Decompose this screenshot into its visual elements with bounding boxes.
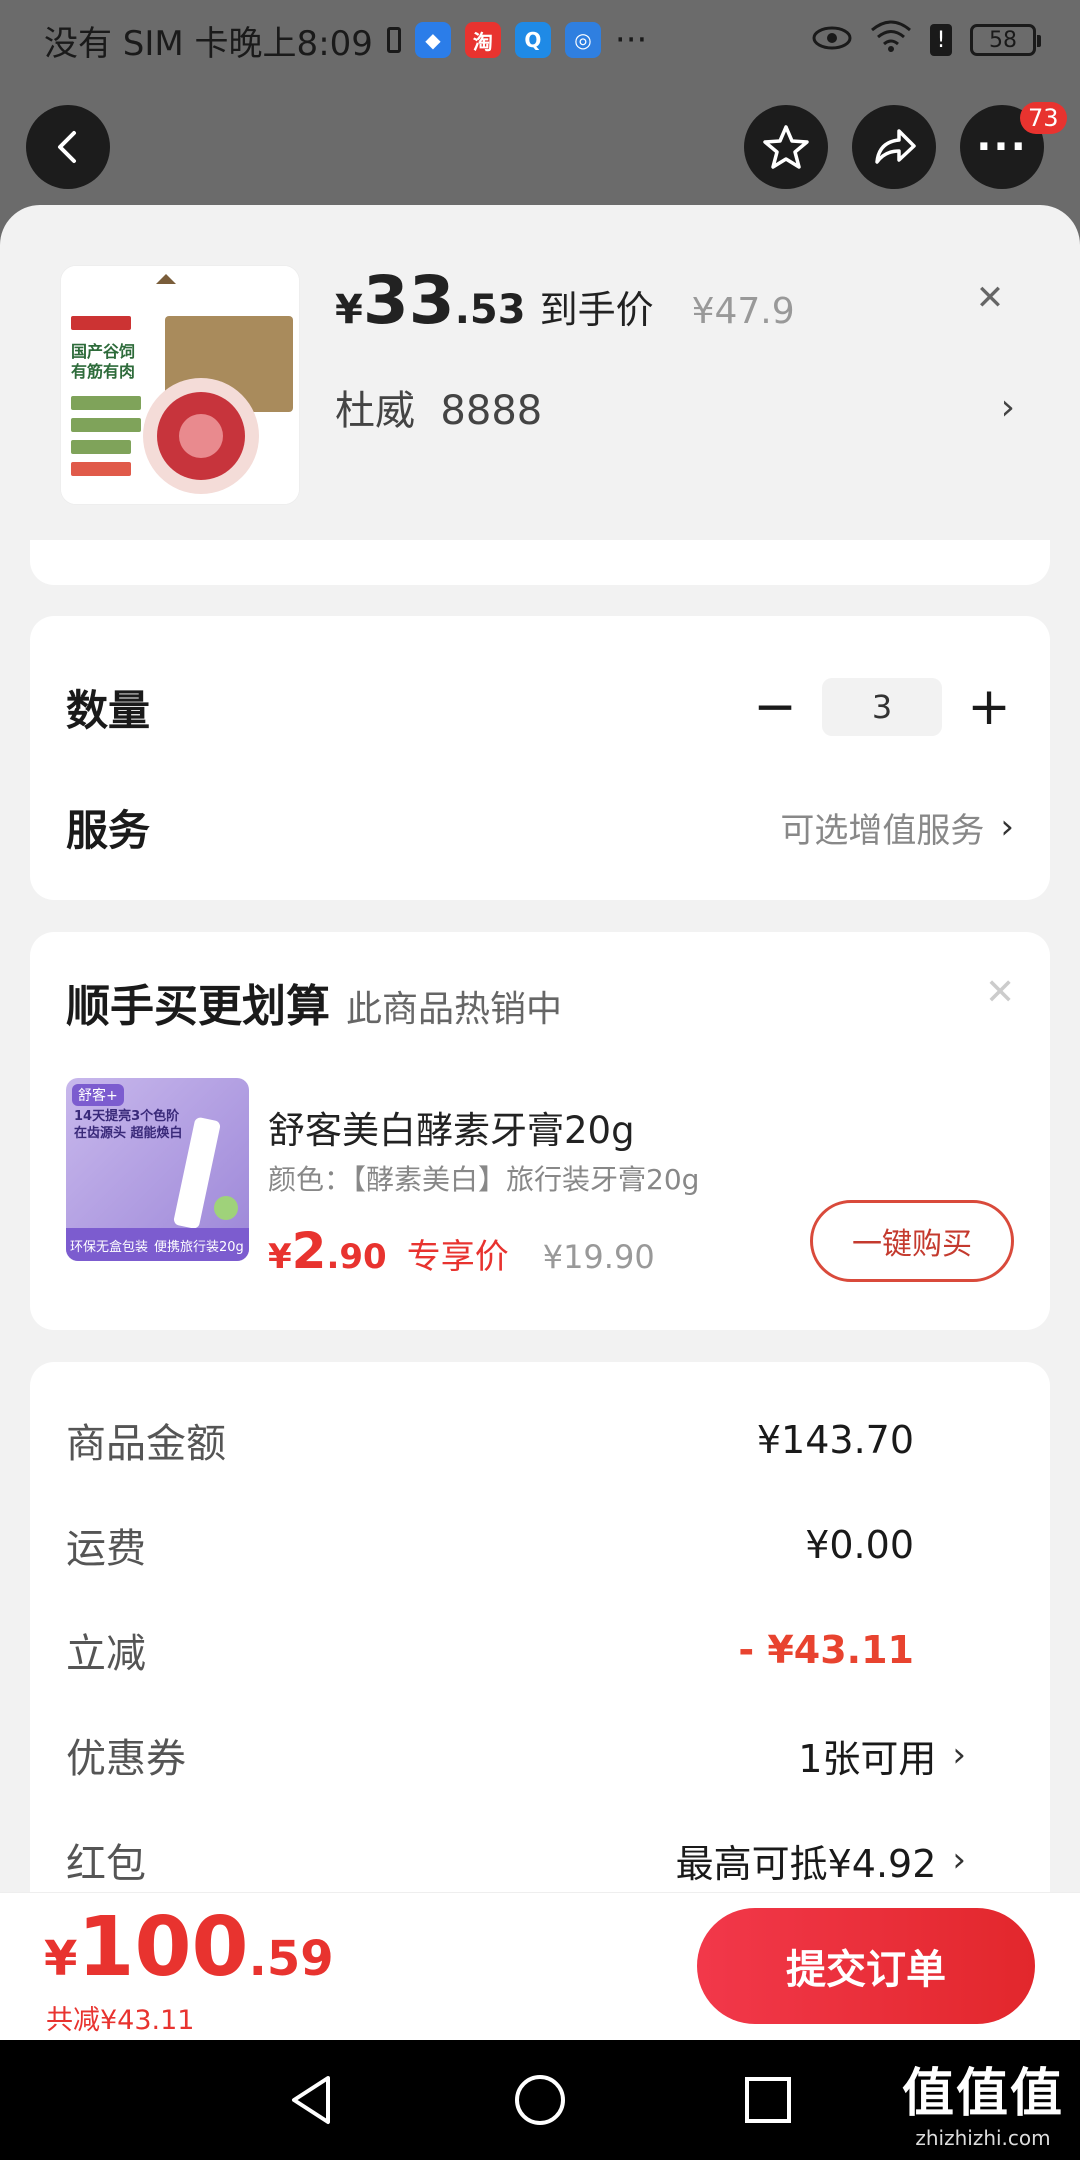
summary-value: ¥143.70 <box>756 1418 914 1462</box>
price-integer: 33 <box>362 262 455 339</box>
share-icon <box>875 129 916 164</box>
price-tag: 到手价 <box>539 288 654 332</box>
submit-order-button[interactable]: 提交订单 <box>697 1908 1035 2024</box>
summary-value: 1张可用 <box>798 1736 937 1781</box>
total-integer: 100 <box>77 1900 249 1995</box>
watermark: 值值值 zhizhizhi.com <box>902 2051 1064 2150</box>
total-decimal: .59 <box>248 1931 334 1987</box>
upsell-product-spec: 颜色：【酵素美白】旅行装牙膏20g <box>268 1163 700 1196</box>
favorite-button[interactable] <box>744 105 828 189</box>
summary-value: ¥0.00 <box>805 1523 914 1567</box>
star-icon <box>763 125 809 169</box>
chevron-right-icon: › <box>1000 386 1015 428</box>
back-button[interactable] <box>26 105 110 189</box>
close-sheet-button[interactable]: ✕ <box>960 268 1020 328</box>
upsell-image-line2: 在齿源头 超能焕白 <box>74 1126 183 1141</box>
upsell-original-price: ¥19.90 <box>542 1238 655 1276</box>
battery-indicator: 58 <box>970 24 1041 56</box>
share-button[interactable] <box>852 105 936 189</box>
upsell-subtitle: 此商品热销中 <box>346 989 563 1030</box>
summary-label: 运费 <box>66 1526 146 1572</box>
upsell-image-footer1: 环保无盒包装 <box>70 1240 149 1255</box>
more-dots-icon: ··· <box>976 124 1028 170</box>
chevron-right-icon: › <box>952 1735 966 1775</box>
summary-row: 运费 ¥0.00 <box>66 1510 966 1580</box>
alert-icon: ! <box>930 24 952 56</box>
quantity-row: 数量 − 3 + <box>66 672 1014 742</box>
summary-value: 最高可抵¥4.92 <box>675 1841 937 1886</box>
upsell-price: ¥ 2 .90 专享价 ¥19.90 <box>268 1222 655 1280</box>
upsell-price-integer: 2 <box>291 1222 327 1280</box>
increase-button[interactable]: + <box>964 677 1014 737</box>
upsell-product-name[interactable]: 舒客美白酵素牙膏20g <box>268 1100 635 1154</box>
upsell-title: 顺手买更划算 <box>66 981 330 1032</box>
price-decimal: .53 <box>454 287 526 333</box>
product-price: ¥ 33 .53 到手价 ¥47.9 <box>335 262 795 339</box>
upsell-price-currency: ¥ <box>268 1237 292 1277</box>
wifi-icon <box>870 20 912 61</box>
summary-row: 立减 - ¥43.11 <box>66 1615 966 1685</box>
summary-label: 优惠券 <box>66 1736 186 1782</box>
watermark-url: zhizhizhi.com <box>915 2126 1051 2150</box>
battery-saver-icon <box>386 27 401 53</box>
upsell-product-image[interactable]: 舒客+ 14天提亮3个色阶 在齿源头 超能焕白 环保无盒包装 便携旅行装20g <box>66 1078 249 1261</box>
product-image[interactable]: 国产谷饲 有筋有肉 <box>60 265 300 505</box>
globe-app-icon: ◎ <box>564 22 601 58</box>
decrease-button[interactable]: − <box>750 677 800 737</box>
upsell-price-label: 专享价 <box>406 1237 509 1277</box>
quantity-input[interactable]: 3 <box>822 678 942 736</box>
more-notifications-icon: ··· <box>614 20 648 60</box>
service-row[interactable]: 服务 可选增值服务 › <box>66 792 1014 862</box>
one-click-buy-button[interactable]: 一键购买 <box>810 1200 1014 1282</box>
original-price: ¥47.9 <box>691 291 795 332</box>
upsell-header: 顺手买更划算 此商品热销中 <box>66 970 562 1034</box>
upsell-close-button[interactable]: ✕ <box>985 972 1015 1013</box>
search-app-icon: Q <box>514 22 551 58</box>
summary-label: 立减 <box>66 1631 146 1677</box>
price-currency: ¥ <box>335 287 363 333</box>
summary-value: - ¥43.11 <box>738 1628 914 1672</box>
upsell-image-brand: 舒客+ <box>72 1084 124 1106</box>
upsell-image-line1: 14天提亮3个色阶 <box>74 1109 180 1124</box>
back-arrow-icon <box>58 131 76 163</box>
upsell-image-footer2: 便携旅行装20g <box>154 1240 244 1255</box>
summary-label: 红包 <box>66 1841 146 1887</box>
nav-recents-icon[interactable] <box>738 2070 798 2130</box>
close-icon: ✕ <box>985 972 1016 1013</box>
product-image-graphic <box>61 266 299 504</box>
chevron-right-icon: › <box>1000 807 1014 847</box>
taobao-app-icon: 淘 <box>464 22 501 58</box>
summary-row: 商品金额 ¥143.70 <box>66 1405 966 1475</box>
notification-badge: 73 <box>1020 102 1067 134</box>
watermark-title: 值值值 <box>901 2064 1064 2124</box>
chevron-right-icon: › <box>952 1840 966 1880</box>
service-label: 服务 <box>66 805 151 855</box>
product-image-badge2: 有筋有肉 <box>71 362 136 381</box>
spec-card <box>30 540 1050 585</box>
status-bar: 没有 SIM 卡晚上8:09 ◆ 淘 Q ◎ ··· ! 58 <box>0 0 1080 80</box>
total-price: ¥ 100 .59 <box>44 1900 334 1995</box>
nav-home-icon[interactable] <box>510 2070 570 2130</box>
total-discount: 共减¥43.11 <box>46 2005 195 2036</box>
summary-label: 商品金额 <box>66 1421 226 1467</box>
system-nav-bar: 值值值 zhizhizhi.com <box>0 2040 1080 2160</box>
spec-selector[interactable]: 杜威 8888 › <box>335 378 1015 436</box>
nav-back-icon[interactable] <box>282 2070 342 2130</box>
selected-spec: 杜威 8888 <box>335 388 543 434</box>
close-icon: ✕ <box>975 278 1005 318</box>
eye-icon <box>812 20 852 60</box>
status-carrier-time: 没有 SIM 卡晚上8:09 <box>44 23 373 64</box>
quantity-label: 数量 <box>66 685 151 735</box>
product-image-badge: 国产谷饲 <box>71 342 136 361</box>
quantity-stepper: − 3 + <box>750 677 1014 737</box>
upsell-price-decimal: .90 <box>326 1237 387 1277</box>
service-value: 可选增值服务 <box>780 810 985 851</box>
summary-row[interactable]: 红包 最高可抵¥4.92 › <box>66 1825 966 1895</box>
total-currency: ¥ <box>44 1931 78 1987</box>
shield-app-icon: ◆ <box>414 22 451 58</box>
summary-row[interactable]: 优惠券 1张可用 › <box>66 1720 966 1790</box>
